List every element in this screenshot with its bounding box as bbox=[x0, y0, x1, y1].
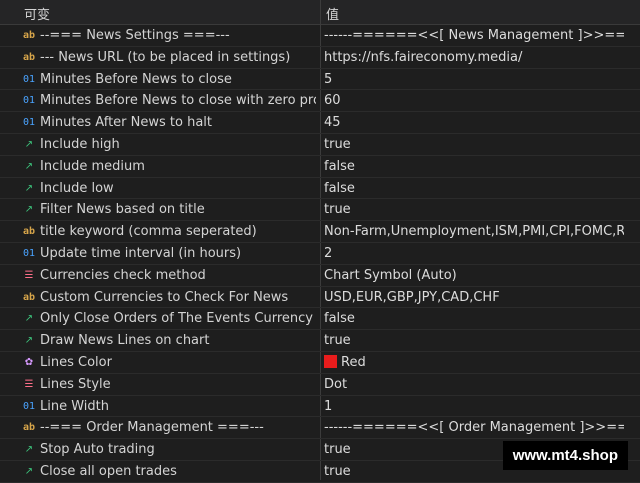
ab-string-icon: ab bbox=[22, 422, 36, 434]
enum-list-icon: ☰ bbox=[24, 378, 34, 390]
bool-arrow-icon: ↗ bbox=[24, 204, 34, 216]
bool-arrow-icon: ↗ bbox=[24, 465, 34, 477]
table-row[interactable]: 01 Minutes After News to halt 45 bbox=[0, 112, 640, 134]
param-name: Stop Auto trading bbox=[40, 442, 155, 458]
param-value[interactable]: false bbox=[324, 311, 624, 326]
table-row[interactable]: ☰ Lines Style Dot bbox=[0, 374, 640, 396]
table-row[interactable]: ab Custom Currencies to Check For News U… bbox=[0, 287, 640, 309]
01-integer-icon: 01 bbox=[22, 400, 36, 412]
param-value[interactable]: false bbox=[324, 159, 624, 174]
param-name: Include low bbox=[40, 180, 114, 196]
color-palette-icon: ✿ bbox=[24, 356, 34, 368]
param-name: Only Close Orders of The Events Currency bbox=[40, 311, 313, 327]
ab-string-icon: ab bbox=[22, 291, 36, 303]
param-name: Include high bbox=[40, 136, 120, 152]
table-row[interactable]: ↗ Only Close Orders of The Events Curren… bbox=[0, 308, 640, 331]
bool-arrow-icon: ↗ bbox=[24, 182, 34, 194]
param-name: Minutes Before News to close bbox=[40, 71, 232, 87]
param-name: title keyword (comma seperated) bbox=[40, 224, 257, 240]
param-name: Line Width bbox=[40, 398, 109, 414]
ab-string-icon: ab bbox=[22, 30, 36, 41]
param-name: Filter News based on title bbox=[40, 202, 205, 218]
param-value[interactable]: ------======<<[ Order Management ]>>==..… bbox=[324, 420, 624, 435]
table-row[interactable]: ↗ Include medium false bbox=[0, 156, 640, 178]
bool-arrow-icon: ↗ bbox=[24, 160, 34, 172]
param-value[interactable]: true bbox=[324, 333, 624, 348]
param-value[interactable]: false bbox=[324, 181, 624, 196]
param-value[interactable]: Non-Farm,Unemployment,ISM,PMI,CPI,FOMC,R… bbox=[324, 224, 624, 239]
watermark: www.mt4.shop bbox=[502, 441, 628, 470]
01-integer-icon: 01 bbox=[22, 73, 36, 85]
param-name: Custom Currencies to Check For News bbox=[40, 289, 289, 305]
param-value[interactable]: 2 bbox=[324, 246, 624, 261]
header-variable: 可变 bbox=[24, 8, 51, 23]
table-row[interactable]: ✿ Lines Color Red bbox=[0, 352, 640, 374]
table-row[interactable]: ab --=== News Settings ===--- ------====… bbox=[0, 25, 640, 47]
parameters-table: ab --=== News Settings ===--- ------====… bbox=[0, 25, 640, 483]
param-name: --- News URL (to be placed in settings) bbox=[40, 49, 291, 65]
header-value: 值 bbox=[326, 8, 340, 23]
table-row[interactable]: ↗ Draw News Lines on chart true bbox=[0, 330, 640, 352]
param-name: Close all open trades bbox=[40, 463, 177, 479]
param-value[interactable]: Dot bbox=[324, 377, 624, 392]
ab-string-icon: ab bbox=[22, 226, 36, 238]
param-name: Minutes Before News to close with zero p… bbox=[40, 93, 316, 109]
param-name: Update time interval (in hours) bbox=[40, 245, 242, 261]
param-value[interactable]: 60 bbox=[324, 93, 624, 108]
table-row[interactable]: ab title keyword (comma seperated) Non-F… bbox=[0, 221, 640, 243]
01-integer-icon: 01 bbox=[22, 95, 36, 107]
bool-arrow-icon: ↗ bbox=[24, 313, 34, 325]
table-row[interactable]: ☰ Currencies check method Chart Symbol (… bbox=[0, 265, 640, 287]
01-integer-icon: 01 bbox=[22, 247, 36, 259]
param-name: Lines Style bbox=[40, 376, 111, 392]
table-row[interactable]: 01 Line Width 1 bbox=[0, 396, 640, 418]
table-row[interactable]: ab --- News URL (to be placed in setting… bbox=[0, 47, 640, 69]
param-value[interactable]: Chart Symbol (Auto) bbox=[324, 268, 624, 283]
param-value[interactable]: 1 bbox=[324, 399, 624, 414]
param-value[interactable]: ------======<<[ News Management ]>>==... bbox=[324, 28, 624, 43]
table-row[interactable]: ↗ Include low false bbox=[0, 178, 640, 200]
table-row[interactable]: ab --=== Order Management ===--- ------=… bbox=[0, 417, 640, 440]
param-name: Minutes After News to halt bbox=[40, 115, 213, 131]
param-name: Draw News Lines on chart bbox=[40, 333, 210, 349]
param-value[interactable]: true bbox=[324, 137, 624, 152]
bool-arrow-icon: ↗ bbox=[24, 335, 34, 347]
ab-string-icon: ab bbox=[22, 51, 36, 63]
table-row[interactable]: 01 Minutes Before News to close 5 bbox=[0, 69, 640, 91]
bool-arrow-icon: ↗ bbox=[24, 138, 34, 150]
param-value[interactable]: 45 bbox=[324, 115, 624, 130]
param-value[interactable]: true bbox=[324, 202, 624, 217]
param-name: --=== Order Management ===--- bbox=[40, 420, 264, 436]
param-value[interactable]: 5 bbox=[324, 72, 624, 87]
color-name: Red bbox=[341, 354, 366, 370]
table-row[interactable]: ↗ Include high true bbox=[0, 134, 640, 156]
bool-arrow-icon: ↗ bbox=[24, 444, 34, 456]
param-value[interactable]: Red bbox=[324, 354, 624, 370]
enum-list-icon: ☰ bbox=[24, 269, 34, 281]
01-integer-icon: 01 bbox=[22, 117, 36, 129]
param-value[interactable]: https://nfs.faireconomy.media/ bbox=[324, 50, 624, 65]
param-value[interactable]: USD,EUR,GBP,JPY,CAD,CHF bbox=[324, 290, 624, 305]
table-row[interactable]: 01 Minutes Before News to close with zer… bbox=[0, 90, 640, 113]
param-name: Lines Color bbox=[40, 354, 112, 370]
table-row[interactable]: ↗ Filter News based on title true bbox=[0, 199, 640, 222]
param-name: --=== News Settings ===--- bbox=[40, 28, 230, 43]
param-name: Include medium bbox=[40, 158, 145, 174]
param-name: Currencies check method bbox=[40, 267, 206, 283]
table-row[interactable]: 01 Update time interval (in hours) 2 bbox=[0, 243, 640, 265]
color-swatch bbox=[324, 354, 337, 368]
